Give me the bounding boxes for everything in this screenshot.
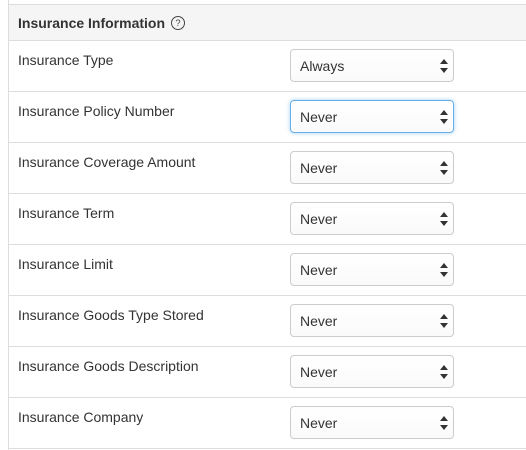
insurance-coverage-amount-select[interactable]: Never	[290, 151, 454, 184]
insurance-limit-select[interactable]: Never	[290, 253, 454, 286]
field-label: Insurance Limit	[18, 256, 113, 272]
field-row-insurance-policy-number: Insurance Policy Number Never	[9, 92, 526, 143]
select-value: Never	[300, 210, 338, 227]
up-down-caret-icon	[440, 110, 448, 124]
up-down-caret-icon	[440, 161, 448, 175]
field-row-insurance-term: Insurance Term Never	[9, 194, 526, 245]
insurance-goods-type-stored-select[interactable]: Never	[290, 304, 454, 337]
field-row-insurance-goods-description: Insurance Goods Description Never	[9, 347, 526, 398]
field-label: Insurance Coverage Amount	[18, 154, 196, 170]
field-label: Insurance Policy Number	[18, 103, 175, 119]
insurance-policy-number-select[interactable]: Never	[290, 100, 454, 133]
field-rows: Insurance Type Always Insurance Policy N…	[9, 41, 526, 449]
field-label: Insurance Company	[18, 409, 144, 425]
up-down-caret-icon	[440, 365, 448, 379]
select-value: Never	[300, 261, 338, 278]
field-row-insurance-type: Insurance Type Always	[9, 41, 526, 92]
help-circle-icon[interactable]: ?	[171, 15, 186, 30]
insurance-term-select[interactable]: Never	[290, 202, 454, 235]
select-value: Never	[300, 159, 338, 176]
insurance-information-panel: Insurance Information ? Insurance Type A…	[8, 0, 526, 450]
up-down-caret-icon	[440, 314, 448, 328]
select-value: Never	[300, 414, 338, 431]
field-row-insurance-company: Insurance Company Never	[9, 398, 526, 449]
field-label: Insurance Term	[18, 205, 115, 221]
select-value: Never	[300, 363, 338, 380]
panel-header: Insurance Information ?	[9, 4, 526, 41]
select-value: Never	[300, 108, 338, 125]
up-down-caret-icon	[440, 416, 448, 430]
up-down-caret-icon	[440, 263, 448, 277]
up-down-caret-icon	[440, 212, 448, 226]
section-title: Insurance Information	[18, 14, 166, 31]
field-label: Insurance Goods Description	[18, 358, 199, 374]
up-down-caret-icon	[440, 59, 448, 73]
insurance-type-select[interactable]: Always	[290, 49, 454, 82]
select-value: Never	[300, 312, 338, 329]
field-label: Insurance Type	[18, 52, 114, 68]
field-label: Insurance Goods Type Stored	[18, 307, 204, 323]
insurance-goods-description-select[interactable]: Never	[290, 355, 454, 388]
insurance-company-select[interactable]: Never	[290, 406, 454, 439]
field-row-insurance-coverage-amount: Insurance Coverage Amount Never	[9, 143, 526, 194]
field-row-insurance-limit: Insurance Limit Never	[9, 245, 526, 296]
field-row-insurance-goods-type-stored: Insurance Goods Type Stored Never	[9, 296, 526, 347]
select-value: Always	[300, 57, 345, 74]
